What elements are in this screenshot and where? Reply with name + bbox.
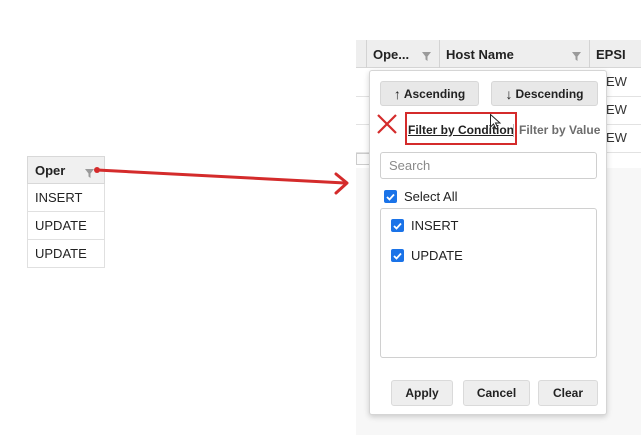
filter-funnel-icon[interactable] (572, 49, 581, 64)
search-input[interactable] (380, 152, 597, 179)
oper-column-table: Oper INSERT UPDATE UPDATE (27, 156, 105, 268)
table-row: UPDATE (27, 212, 105, 240)
value-option-label: UPDATE (411, 248, 463, 263)
oper-header-label: Oper (35, 162, 66, 178)
oper-column-header[interactable]: Oper (27, 156, 105, 184)
select-all-label: Select All (404, 189, 458, 204)
filter-by-value-tab[interactable]: Filter by Value (519, 123, 600, 137)
cell-fragment: EW (606, 130, 627, 145)
table-row: INSERT (27, 184, 105, 212)
column-header-label: Host Name (446, 46, 514, 62)
red-x-icon (376, 114, 398, 139)
sort-descending-button[interactable]: ↓ Descending (491, 81, 598, 106)
value-option-label: INSERT (411, 218, 459, 233)
clear-button[interactable]: Clear (538, 380, 598, 406)
cell-value: UPDATE (35, 218, 87, 233)
column-header-host-name[interactable]: Host Name (439, 40, 589, 68)
value-option-update[interactable]: UPDATE (391, 248, 463, 263)
apply-button[interactable]: Apply (391, 380, 453, 406)
table-row: UPDATE (27, 240, 105, 268)
checkbox-checked-icon[interactable] (391, 219, 404, 232)
column-header-epsi[interactable]: EPSI (589, 40, 641, 68)
select-all-checkbox[interactable]: Select All (384, 189, 457, 204)
arrow-down-icon: ↓ (505, 85, 513, 102)
filter-funnel-icon[interactable] (85, 166, 94, 181)
cell-fragment: EW (606, 74, 627, 89)
cell-fragment: EW (606, 102, 627, 117)
value-list: INSERT UPDATE (380, 208, 597, 358)
column-header-label: Ope... (373, 46, 410, 62)
column-header-label: EPSI (596, 46, 626, 62)
arrow-up-icon: ↑ (393, 85, 401, 102)
sort-ascending-button[interactable]: ↑ Ascending (380, 81, 479, 106)
mouse-cursor-icon (490, 113, 502, 135)
grid-header: Ope... Host Name EPSI (356, 40, 641, 68)
checkbox-checked-icon[interactable] (391, 249, 404, 262)
cell-value: INSERT (35, 190, 83, 205)
filter-funnel-icon[interactable] (422, 49, 431, 64)
value-option-insert[interactable]: INSERT (391, 218, 458, 233)
column-header-oper[interactable]: Ope... (366, 40, 439, 68)
column-filter-popup: ↑ Ascending ↓ Descending Filter by Condi… (369, 70, 607, 415)
sort-ascending-label: Ascending (403, 86, 466, 101)
cancel-button[interactable]: Cancel (463, 380, 530, 406)
sort-descending-label: Descending (515, 86, 584, 101)
checkbox-checked-icon[interactable] (384, 190, 397, 203)
cell-value: UPDATE (35, 246, 87, 261)
